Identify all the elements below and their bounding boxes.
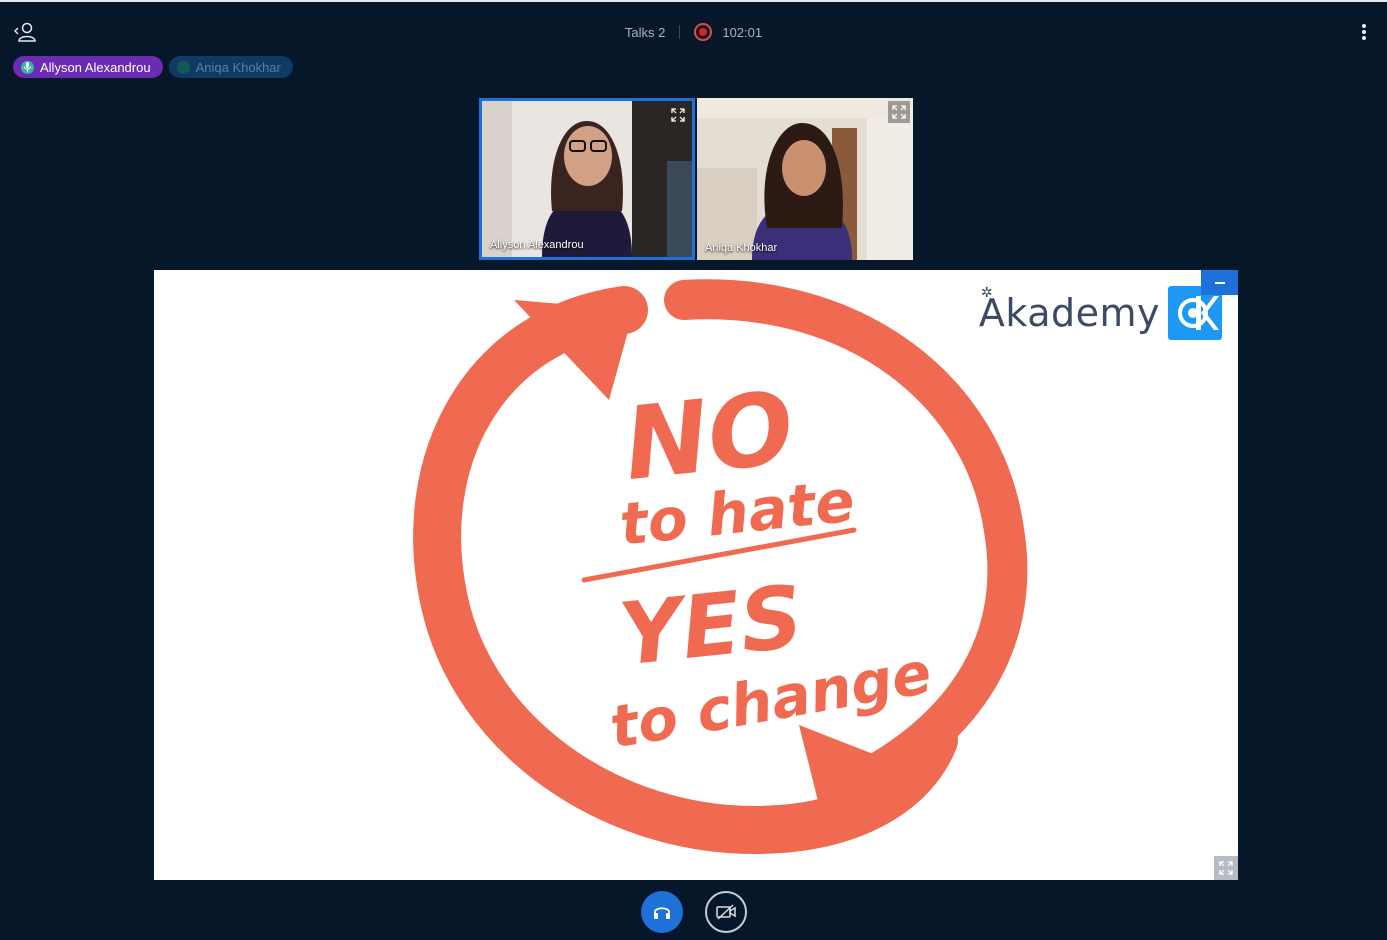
more-vertical-icon[interactable]: [1359, 22, 1369, 42]
akademy-logo: ✲ Akademy: [978, 285, 1222, 340]
recording-indicator[interactable]: 102:01: [694, 23, 762, 41]
talker-allyson-alexandrou[interactable]: Allyson Alexandrou: [13, 56, 163, 78]
talking-indicators: Allyson Alexandrou Aniqa Khokhar: [13, 56, 293, 78]
webcam-name: Allyson Alexandrou: [490, 239, 584, 251]
presentation-slide: NO to hate YES to change ✲ Akademy: [154, 270, 1238, 880]
room-name: Talks 2: [624, 24, 666, 40]
webcam-aniqa-khokhar[interactable]: Aniqa Khokhar: [697, 98, 913, 260]
recording-time: 102:01: [722, 24, 763, 40]
fullscreen-button[interactable]: [1214, 856, 1238, 880]
expand-icon[interactable]: [888, 101, 910, 123]
talker-aniqa-khokhar[interactable]: Aniqa Khokhar: [168, 56, 293, 78]
talker-name: Aniqa Khokhar: [195, 59, 281, 75]
gear-icon: ✲: [980, 285, 994, 301]
record-icon[interactable]: [694, 23, 713, 41]
slide-artwork: NO to hate YES to change: [413, 279, 1028, 855]
webcam-name: Aniqa Khokhar: [705, 242, 778, 254]
expand-icon: [1219, 861, 1233, 875]
webcam-allyson-alexandrou[interactable]: Allyson Alexandrou: [479, 98, 695, 260]
akademy-wordmark: ✲ Akademy: [978, 285, 1160, 335]
webcam-video: [697, 98, 913, 260]
session-info-bar: Talks 2 102:01: [0, 20, 1387, 44]
mic-icon: [176, 60, 190, 74]
webcam-video: [482, 101, 692, 257]
share-webcam-button[interactable]: [704, 891, 747, 933]
leave-audio-button[interactable]: [640, 891, 683, 933]
mic-icon: [21, 60, 34, 74]
video-off-icon: [715, 904, 736, 920]
expand-icon[interactable]: [667, 104, 689, 126]
divider: [679, 25, 681, 39]
media-controls: [0, 891, 1387, 933]
headphones-icon: [653, 907, 670, 919]
akademy-brand-text: Akademy: [978, 291, 1160, 335]
talker-name: Allyson Alexandrou: [40, 59, 151, 75]
minimize-presentation-button[interactable]: [1201, 270, 1238, 295]
